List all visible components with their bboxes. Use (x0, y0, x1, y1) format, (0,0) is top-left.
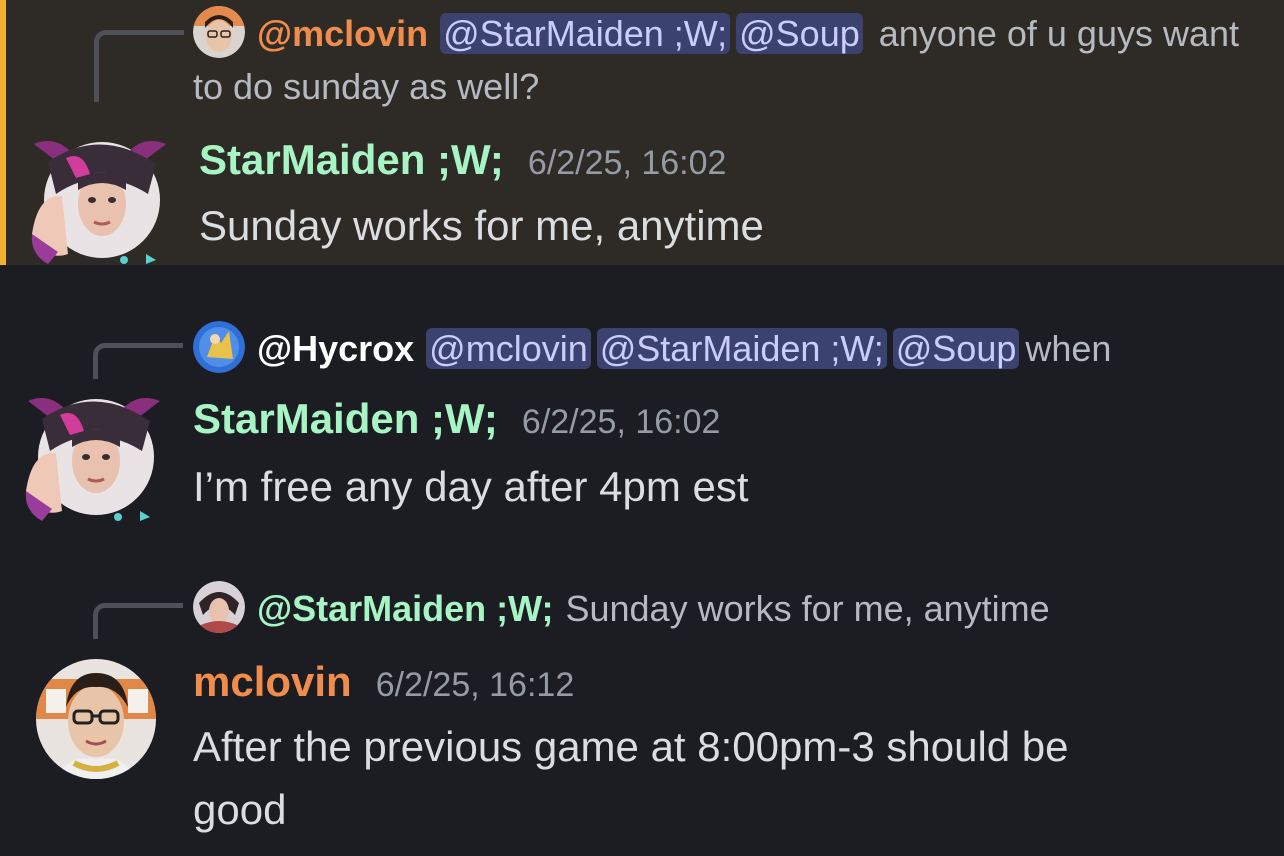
mention-soup[interactable]: @Soup (892, 328, 1020, 369)
chat-log: @mclovin @StarMaiden ;W; @Soup anyone of u… (0, 0, 1284, 856)
starmaiden-avatar[interactable] (28, 134, 166, 264)
mclovin-avatar[interactable] (36, 659, 156, 779)
mclovin-mini-avatar[interactable] (193, 6, 245, 58)
starmaiden-mini-avatar[interactable] (193, 581, 245, 633)
timestamp[interactable]: 6/2/25, 16:12 (376, 666, 575, 704)
mention-starmaiden[interactable]: @StarMaiden ;W; (596, 328, 887, 369)
message-content: After the previous game at 8:00pm-3 shou… (193, 723, 1069, 833)
reply-preview[interactable]: @StarMaiden ;W; Sunday works for me, anyt… (193, 581, 1244, 635)
message-header: mclovin 6/2/25, 16:12 (193, 658, 574, 706)
timestamp[interactable]: 6/2/25, 16:02 (522, 403, 721, 441)
author-name[interactable]: StarMaiden ;W; (199, 136, 504, 183)
author-name[interactable]: StarMaiden ;W; (193, 395, 498, 442)
reply-connector (93, 603, 183, 639)
mention-soup[interactable]: @Soup (736, 13, 863, 54)
message-content: Sunday works for me, anytime (199, 202, 764, 249)
timestamp[interactable]: 6/2/25, 16:02 (528, 144, 727, 182)
message-1[interactable]: @mclovin @StarMaiden ;W; @Soup anyone of u… (0, 0, 1284, 265)
message-3[interactable]: @StarMaiden ;W; Sunday works for me, anyt… (0, 555, 1284, 856)
reply-author[interactable]: @StarMaiden ;W; (257, 588, 553, 629)
message-content: I’m free any day after 4pm est (193, 463, 749, 510)
message-2[interactable]: @Hycrox @mclovin @StarMaiden ;W; @Soup when (0, 265, 1284, 555)
author-name[interactable]: mclovin (193, 658, 352, 705)
reply-preview[interactable]: @mclovin @StarMaiden ;W; @Soup anyone of u… (193, 6, 1244, 113)
reply-author[interactable]: @mclovin (257, 13, 428, 54)
reply-author[interactable]: @Hycrox (257, 328, 414, 369)
reply-text: when (1025, 328, 1112, 369)
message-header: StarMaiden ;W; 6/2/25, 16:02 (199, 136, 726, 184)
reply-connector (94, 30, 184, 102)
reply-preview[interactable]: @Hycrox @mclovin @StarMaiden ;W; @Soup when (193, 321, 1244, 375)
message-header: StarMaiden ;W; 6/2/25, 16:02 (193, 395, 720, 443)
mention-mclovin[interactable]: @mclovin (426, 328, 591, 369)
reply-connector (93, 343, 183, 379)
hycrox-mini-avatar[interactable] (193, 321, 245, 373)
mention-starmaiden[interactable]: @StarMaiden ;W; (440, 13, 731, 54)
reply-text: Sunday works for me, anytime (565, 588, 1050, 629)
starmaiden-avatar[interactable] (22, 391, 160, 521)
